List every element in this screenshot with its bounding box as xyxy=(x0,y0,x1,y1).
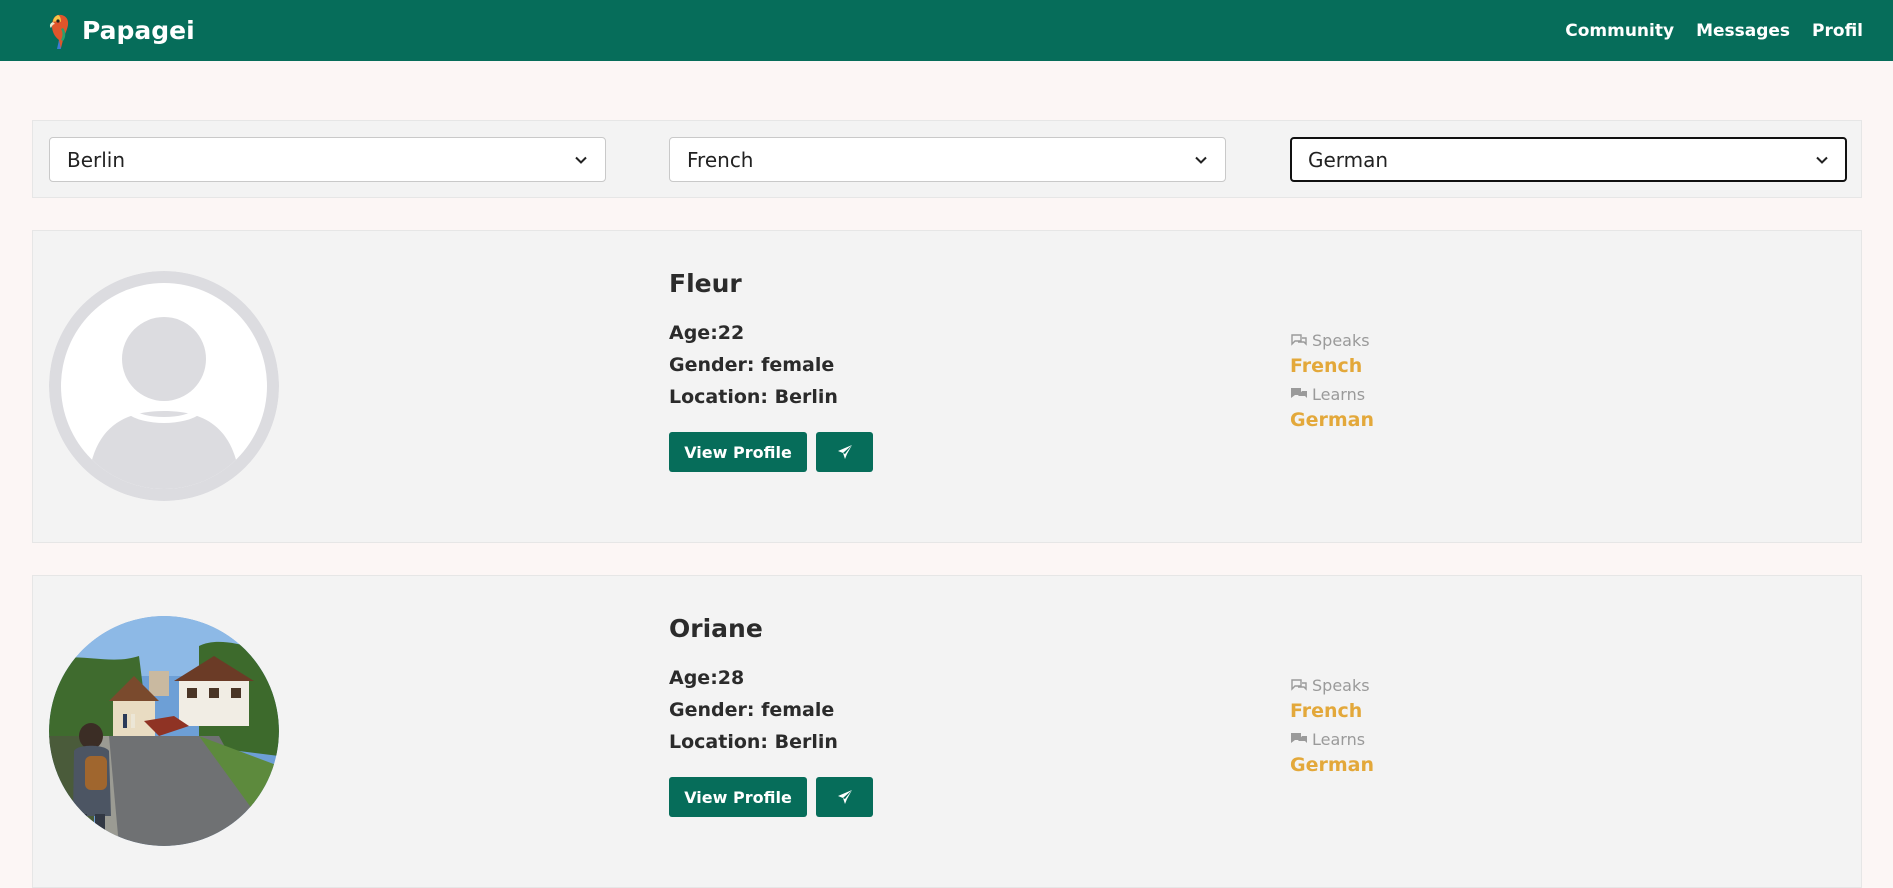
send-message-button[interactable] xyxy=(816,777,873,817)
avatar[interactable] xyxy=(49,616,279,846)
speaks-language: French xyxy=(1290,355,1363,377)
gender-value: female xyxy=(761,354,835,376)
age-value: 28 xyxy=(717,667,745,689)
speaks-select[interactable]: French xyxy=(669,137,1226,182)
gender-value: female xyxy=(761,699,835,721)
language-info: Speaks French Learns German xyxy=(1290,329,1374,437)
send-message-button[interactable] xyxy=(816,432,873,472)
learns-select[interactable]: German xyxy=(1290,137,1847,182)
chevron-down-icon xyxy=(1816,156,1828,164)
user-age: Age:22 xyxy=(669,322,873,344)
comments-icon xyxy=(1291,733,1307,743)
user-info: Fleur Age:22 Gender: female Location: Be… xyxy=(669,269,873,472)
user-card: Oriane Age:28 Gender: female Location: B… xyxy=(32,575,1862,888)
nav-links: Community Messages Profil xyxy=(1565,21,1863,41)
user-location: Location: Berlin xyxy=(669,731,873,753)
learns-heading: Learns xyxy=(1290,728,1374,750)
user-gender: Gender: female xyxy=(669,354,873,376)
user-card: Fleur Age:22 Gender: female Location: Be… xyxy=(32,230,1862,543)
paper-plane-icon xyxy=(837,445,852,459)
speaks-label: Speaks xyxy=(1312,330,1370,350)
user-info: Oriane Age:28 Gender: female Location: B… xyxy=(669,614,873,817)
learns-label: Learns xyxy=(1312,729,1366,749)
age-label: Age: xyxy=(669,667,718,689)
user-name: Oriane xyxy=(669,614,763,643)
user-age: Age:28 xyxy=(669,667,873,689)
location-value: Berlin xyxy=(774,731,838,753)
brand-name: Papagei xyxy=(82,16,195,45)
card-actions: View Profile xyxy=(669,777,873,817)
speaks-select-value: French xyxy=(687,147,754,172)
brand[interactable]: Papagei xyxy=(44,12,195,50)
user-photo xyxy=(49,616,279,846)
location-value: Berlin xyxy=(774,386,838,408)
learns-language: German xyxy=(1290,409,1374,431)
speaks-label: Speaks xyxy=(1312,675,1370,695)
user-name: Fleur xyxy=(669,269,742,298)
speaks-heading: Speaks xyxy=(1290,329,1374,351)
parrot-logo-icon xyxy=(44,12,74,50)
filter-bar: Berlin French German xyxy=(32,120,1862,198)
comments-outline-icon xyxy=(1291,334,1307,346)
comments-outline-icon xyxy=(1291,679,1307,691)
default-avatar-icon xyxy=(49,271,279,501)
chevron-down-icon xyxy=(575,156,587,164)
age-label: Age: xyxy=(669,322,718,344)
gender-label: Gender: xyxy=(669,354,762,376)
location-select-value: Berlin xyxy=(67,147,126,172)
view-profile-button[interactable]: View Profile xyxy=(669,432,807,472)
paper-plane-icon xyxy=(837,790,852,804)
user-location: Location: Berlin xyxy=(669,386,873,408)
chevron-down-icon xyxy=(1195,156,1207,164)
location-label: Location: xyxy=(669,386,775,408)
card-actions: View Profile xyxy=(669,432,873,472)
view-profile-button[interactable]: View Profile xyxy=(669,777,807,817)
age-value: 22 xyxy=(717,322,745,344)
comments-icon xyxy=(1291,388,1307,398)
speaks-heading: Speaks xyxy=(1290,674,1374,696)
nav-profile[interactable]: Profil xyxy=(1812,21,1863,41)
avatar[interactable] xyxy=(49,271,279,501)
nav-messages[interactable]: Messages xyxy=(1696,21,1790,41)
location-select[interactable]: Berlin xyxy=(49,137,606,182)
location-label: Location: xyxy=(669,731,775,753)
learns-select-value: German xyxy=(1308,147,1389,172)
gender-label: Gender: xyxy=(669,699,762,721)
language-info: Speaks French Learns German xyxy=(1290,674,1374,782)
navbar: Papagei Community Messages Profil xyxy=(0,0,1893,61)
learns-heading: Learns xyxy=(1290,383,1374,405)
learns-language: German xyxy=(1290,754,1374,776)
user-gender: Gender: female xyxy=(669,699,873,721)
speaks-language: French xyxy=(1290,700,1363,722)
learns-label: Learns xyxy=(1312,384,1366,404)
nav-community[interactable]: Community xyxy=(1565,21,1674,41)
